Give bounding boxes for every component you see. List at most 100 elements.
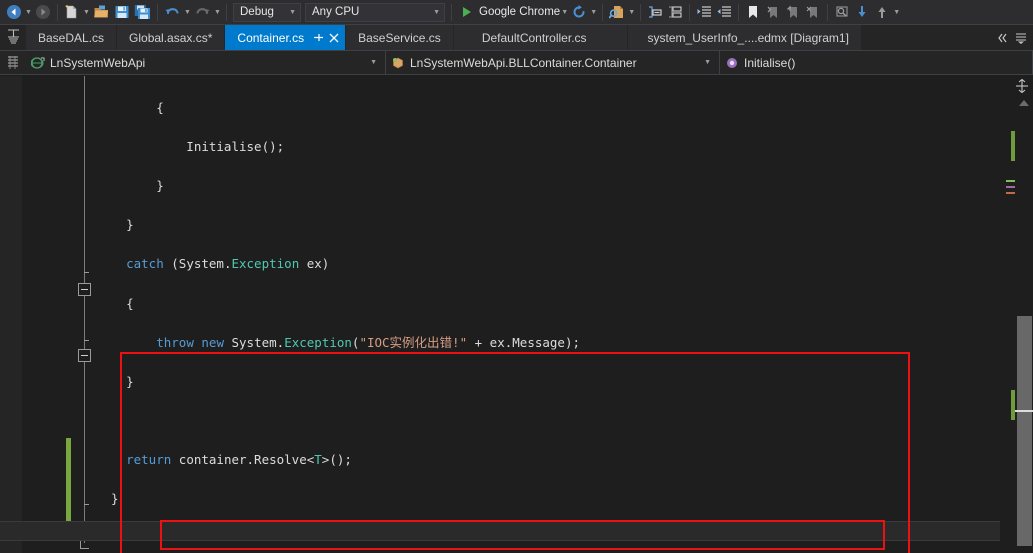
navigate-back-button[interactable] [4,2,24,23]
navbar-project-combo[interactable]: LnSystemWebApi ▼ [26,51,386,74]
solution-platform-combo[interactable]: Any CPU ▼ [305,2,445,22]
decrease-indent-button[interactable] [714,2,734,23]
outlining-vertical-line [84,76,85,543]
next-bookmark-icon [787,5,798,18]
previous-bookmark-button[interactable] [763,2,783,23]
breakpoint-margin[interactable] [0,76,22,553]
document-well-button[interactable] [0,25,26,50]
new-item-dropdown[interactable]: ▼ [82,2,91,22]
save-button[interactable] [112,2,132,23]
new-item-button[interactable] [62,2,82,23]
toolbar-separator [451,3,452,21]
increase-indent-button[interactable] [694,2,714,23]
navbar-type-combo[interactable]: LnSystemWebApi.BLLContainer.Container ▼ [386,51,720,74]
undo-button[interactable] [162,2,183,23]
open-file-button[interactable] [91,2,112,23]
code-text-area[interactable]: { Initialise(); } } catch (System.Except… [96,76,1000,553]
toolbar-separator [640,3,642,21]
method-icon [727,57,737,68]
split-view-icon [1016,79,1028,93]
save-all-button[interactable] [132,2,153,23]
chevron-down-icon: ▼ [433,8,440,16]
code-line: } [96,217,134,233]
start-debug-dropdown[interactable]: ▼ [560,2,569,22]
pin-tab-button[interactable] [311,30,326,46]
tab-label: DefaultController.cs [481,30,587,45]
solution-configuration-combo[interactable]: Debug ▼ [233,2,301,22]
outlining-collapse-box[interactable] [78,349,91,362]
toolbar-separator [57,3,58,21]
start-debug-button[interactable] [456,2,476,23]
toolbar-separator [157,3,158,21]
outlining-tick [84,504,89,505]
close-tab-button[interactable] [326,30,341,46]
tab-basedal-cs[interactable]: BaseDAL.cs [26,25,118,50]
scrollbar-thumb[interactable] [1017,316,1032,546]
main-toolbar: ▼ ▼ ▼ ▼ Debug ▼ Any CPU ▼ Google Chrome … [0,0,1033,25]
toolbar-overflow-button[interactable]: ▼ [892,2,901,22]
code-line: } [96,177,164,193]
save-all-icon [134,5,150,19]
previous-bookmark-icon [767,6,778,18]
tab-list-dropdown-button[interactable] [1013,28,1029,48]
increase-indent-icon [697,6,712,17]
toolbar-separator [226,3,227,21]
outlining-margin[interactable] [74,76,96,553]
chevron-down-icon: ▼ [289,8,296,16]
tab-global-asax-cs[interactable]: Global.asax.cs* [117,25,226,50]
comment-selection-icon [649,6,662,18]
clear-bookmarks-icon [806,6,818,18]
scroll-up-icon[interactable] [1019,100,1029,106]
open-file-icon [94,5,108,18]
redo-dropdown[interactable]: ▼ [213,2,222,22]
code-line: } [96,491,119,507]
next-bookmark-button[interactable] [783,2,803,23]
code-line: } [96,373,134,389]
chevron-double-left-button[interactable] [995,28,1011,48]
chevron-down-icon: ▼ [704,59,711,66]
tab-label: system_UserInfo_....edmx [Diagram1] [647,30,849,45]
code-editor[interactable]: { Initialise(); } } catch (System.Except… [0,76,1033,553]
clear-bookmarks-button[interactable] [803,2,823,23]
indicator-strip [22,76,30,553]
tab-defaultcontroller-cs[interactable]: DefaultController.cs [453,25,628,50]
comment-selection-button[interactable] [645,2,665,23]
navigate-back-dropdown[interactable]: ▼ [24,2,33,22]
find-in-files-button[interactable] [607,2,627,23]
quick-find-icon [836,6,848,17]
undo-icon [165,8,179,15]
redo-button[interactable] [192,2,213,23]
refresh-button[interactable] [569,2,589,23]
split-view-button[interactable] [1014,78,1030,94]
navbar-member-value: Initialise() [744,55,796,70]
code-line: Initialise(); [96,138,285,154]
unsaved-change-marker [66,438,71,528]
navigation-bar-toggle[interactable] [0,51,26,74]
tab-container-cs[interactable]: Container.cs [225,25,347,50]
uncomment-selection-button[interactable] [665,2,685,23]
quick-find-button[interactable] [832,2,852,23]
find-options-dropdown[interactable]: ▼ [627,2,636,22]
toggle-bookmark-button[interactable] [743,2,763,23]
tab-overflow-controls [995,25,1033,50]
bookmark-icon [749,6,758,18]
step-into-button[interactable] [852,2,872,23]
code-line: { [96,99,164,115]
step-out-button[interactable] [872,2,892,23]
outlining-collapse-box[interactable] [78,283,91,296]
tab-label: BaseDAL.cs [38,30,105,45]
close-tab-icon [329,33,339,42]
vertical-scrollbar[interactable] [1000,76,1033,553]
code-line: catch (System.Exception ex) [126,256,330,272]
web-project-icon [31,56,45,69]
navbar-member-combo[interactable]: Initialise() [720,51,1033,74]
tab-system-userinfo-edmx[interactable]: system_UserInfo_....edmx [Diagram1] [627,25,862,50]
navigate-forward-button[interactable] [33,2,53,23]
scrollbar-caret-mark [1015,410,1033,412]
refresh-dropdown[interactable]: ▼ [589,2,598,22]
tab-baseservice-cs[interactable]: BaseService.cs [346,25,454,50]
decrease-indent-icon [717,6,732,17]
undo-dropdown[interactable]: ▼ [183,2,192,22]
save-icon [115,6,129,18]
